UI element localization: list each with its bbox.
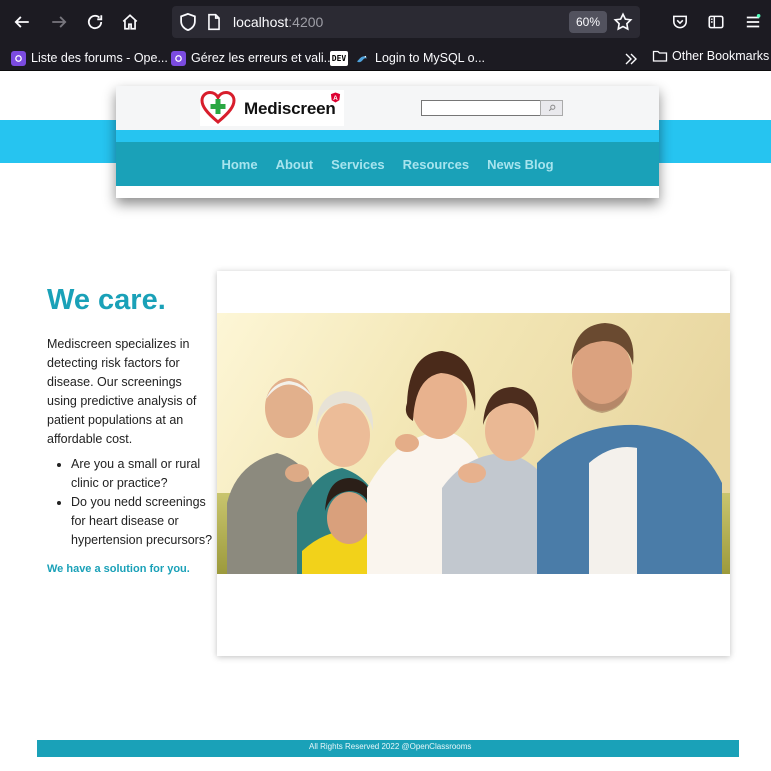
search-button[interactable] (540, 100, 563, 116)
folder-icon (652, 50, 668, 62)
tagline: We have a solution for you. (47, 563, 190, 575)
mysql-icon (355, 51, 370, 66)
pocket-icon (673, 15, 687, 29)
heart-cross-icon (200, 90, 236, 124)
sidebar-icon (708, 15, 724, 29)
search-icon (548, 104, 555, 112)
bookmark-item[interactable]: Liste des forums - Ope... (11, 49, 168, 67)
openclassrooms-icon (11, 50, 26, 66)
url-port: :4200 (288, 14, 324, 30)
logo-text: Mediscreen (244, 99, 336, 118)
bullet-item: Do you nedd screenings for heart disease… (71, 493, 215, 550)
intro-column: We care. Mediscreen specializes in detec… (47, 280, 215, 575)
nav-services[interactable]: Services (331, 157, 385, 172)
bookmark-label: Gérez les erreurs et vali... (191, 51, 335, 65)
reload-button[interactable] (83, 10, 107, 34)
header-top: Mediscreen A (116, 86, 659, 130)
intro-paragraph: Mediscreen specializes in detecting risk… (47, 337, 197, 446)
openclassrooms-icon (171, 50, 186, 66)
back-button[interactable] (10, 10, 34, 34)
bookmark-star-icon[interactable] (613, 12, 633, 32)
url-bar[interactable]: localhost:4200 60% (172, 6, 640, 38)
header-stripe (116, 130, 659, 142)
nav-home[interactable]: Home (221, 157, 257, 172)
url-text[interactable]: localhost:4200 (233, 14, 323, 30)
bullet-item: Are you a small or rural clinic or pract… (71, 455, 215, 493)
reload-icon (87, 14, 103, 30)
browser-toolbar: localhost:4200 60% (0, 0, 771, 44)
nav-resources[interactable]: Resources (403, 157, 469, 172)
hero-image-card (217, 271, 730, 656)
family-photo (217, 313, 730, 574)
nav-news-blog[interactable]: News Blog (487, 157, 553, 172)
web-page: Mediscreen A Home About Services Resourc… (0, 72, 771, 771)
page-icon[interactable] (205, 12, 223, 32)
search-input[interactable] (421, 100, 541, 116)
menu-button[interactable] (741, 10, 765, 34)
hamburger-menu-icon (746, 14, 761, 28)
pocket-button[interactable] (668, 10, 692, 34)
site-logo[interactable]: Mediscreen A (200, 90, 344, 126)
bookmarks-bar: Liste des forums - Ope... Gérez les erre… (0, 44, 771, 71)
bookmark-dev[interactable]: DEV (330, 49, 353, 67)
home-button[interactable] (118, 10, 142, 34)
arrow-right-icon (52, 16, 67, 28)
forward-button[interactable] (47, 10, 71, 34)
main-nav: Home About Services Resources News Blog (116, 142, 659, 186)
footer-text: All Rights Reserved 2022 @OpenClassrooms (309, 742, 472, 751)
shield-icon[interactable] (178, 12, 198, 32)
site-footer: All Rights Reserved 2022 @OpenClassrooms (37, 740, 739, 757)
bookmark-label: Liste des forums - Ope... (31, 51, 168, 65)
angular-icon: A (330, 92, 341, 103)
sidebar-button[interactable] (704, 10, 728, 34)
more-bookmarks-icon[interactable] (623, 52, 639, 66)
angular-badge-letter: A (333, 95, 338, 102)
other-bookmarks-label: Other Bookmarks (672, 49, 770, 63)
other-bookmarks[interactable]: Other Bookmarks (652, 49, 769, 63)
bookmark-label: Login to MySQL o... (375, 51, 486, 65)
headline: We care. (47, 284, 166, 316)
url-host: localhost (233, 14, 289, 30)
bookmark-item[interactable]: Login to MySQL o... (355, 49, 485, 67)
arrow-left-icon (14, 16, 29, 28)
dev-icon: DEV (330, 50, 348, 66)
bullet-list: Are you a small or rural clinic or pract… (47, 455, 215, 550)
site-header: Mediscreen A Home About Services Resourc… (116, 86, 659, 198)
home-icon (122, 14, 138, 30)
zoom-level-badge[interactable]: 60% (569, 11, 608, 33)
bookmark-item[interactable]: Gérez les erreurs et vali... (171, 49, 334, 67)
family-photo-illustration (217, 313, 730, 574)
nav-about[interactable]: About (276, 157, 314, 172)
